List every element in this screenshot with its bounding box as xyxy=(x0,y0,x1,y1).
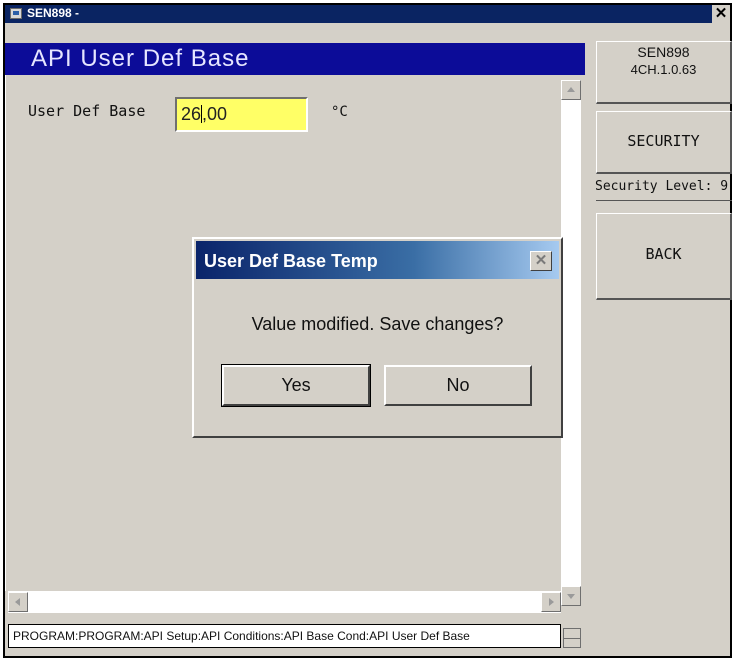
scroll-left-button[interactable] xyxy=(8,592,28,612)
security-button[interactable]: SECURITY xyxy=(596,111,732,174)
security-level-label: Security Level: 9 xyxy=(595,179,729,194)
input-value-end: ,00 xyxy=(202,104,228,124)
user-def-base-label: User Def Base xyxy=(28,102,146,120)
dialog-title-bar: User Def Base Temp ✕ xyxy=(196,241,559,279)
arrow-down-icon xyxy=(567,594,575,599)
version-panel: SEN898 4CH.1.0.63 xyxy=(596,41,732,104)
input-value-start: 26 xyxy=(181,104,202,124)
user-def-base-input[interactable]: 26,00 xyxy=(175,97,308,132)
arrow-up-icon xyxy=(567,87,575,92)
back-button[interactable]: BACK xyxy=(596,213,732,300)
firmware-version: 4CH.1.0.63 xyxy=(630,62,697,77)
app-window-icon[interactable] xyxy=(10,8,22,19)
path-spinner[interactable] xyxy=(563,628,581,648)
model-label: SEN898 xyxy=(637,44,690,60)
title-bar: SEN898 - ✕ xyxy=(5,5,730,23)
screen-title: API User Def Base xyxy=(31,45,250,72)
no-button[interactable]: No xyxy=(384,365,532,406)
horizontal-scrollbar[interactable] xyxy=(8,591,561,613)
arrow-right-icon xyxy=(549,598,554,606)
dialog-message: Value modified. Save changes? xyxy=(251,314,504,334)
dialog-close-button[interactable]: ✕ xyxy=(530,251,552,271)
menu-path-status: PROGRAM:PROGRAM:API Setup:API Conditions… xyxy=(8,624,561,648)
scroll-right-button[interactable] xyxy=(541,592,561,612)
yes-button[interactable]: Yes xyxy=(221,364,371,407)
security-divider xyxy=(596,200,732,201)
save-changes-dialog: User Def Base Temp ✕ Value modified. Sav… xyxy=(192,237,563,438)
scroll-down-button[interactable] xyxy=(561,586,581,606)
screen-header: API User Def Base xyxy=(5,43,585,75)
window-title: SEN898 - xyxy=(27,6,80,20)
vertical-scrollbar[interactable] xyxy=(561,80,581,606)
window-close-button[interactable]: ✕ xyxy=(712,5,730,23)
arrow-left-icon xyxy=(15,598,20,606)
unit-label: °C xyxy=(331,104,348,120)
spinner-divider xyxy=(564,638,580,639)
dialog-title: User Def Base Temp xyxy=(204,251,378,271)
scroll-up-button[interactable] xyxy=(561,80,581,100)
